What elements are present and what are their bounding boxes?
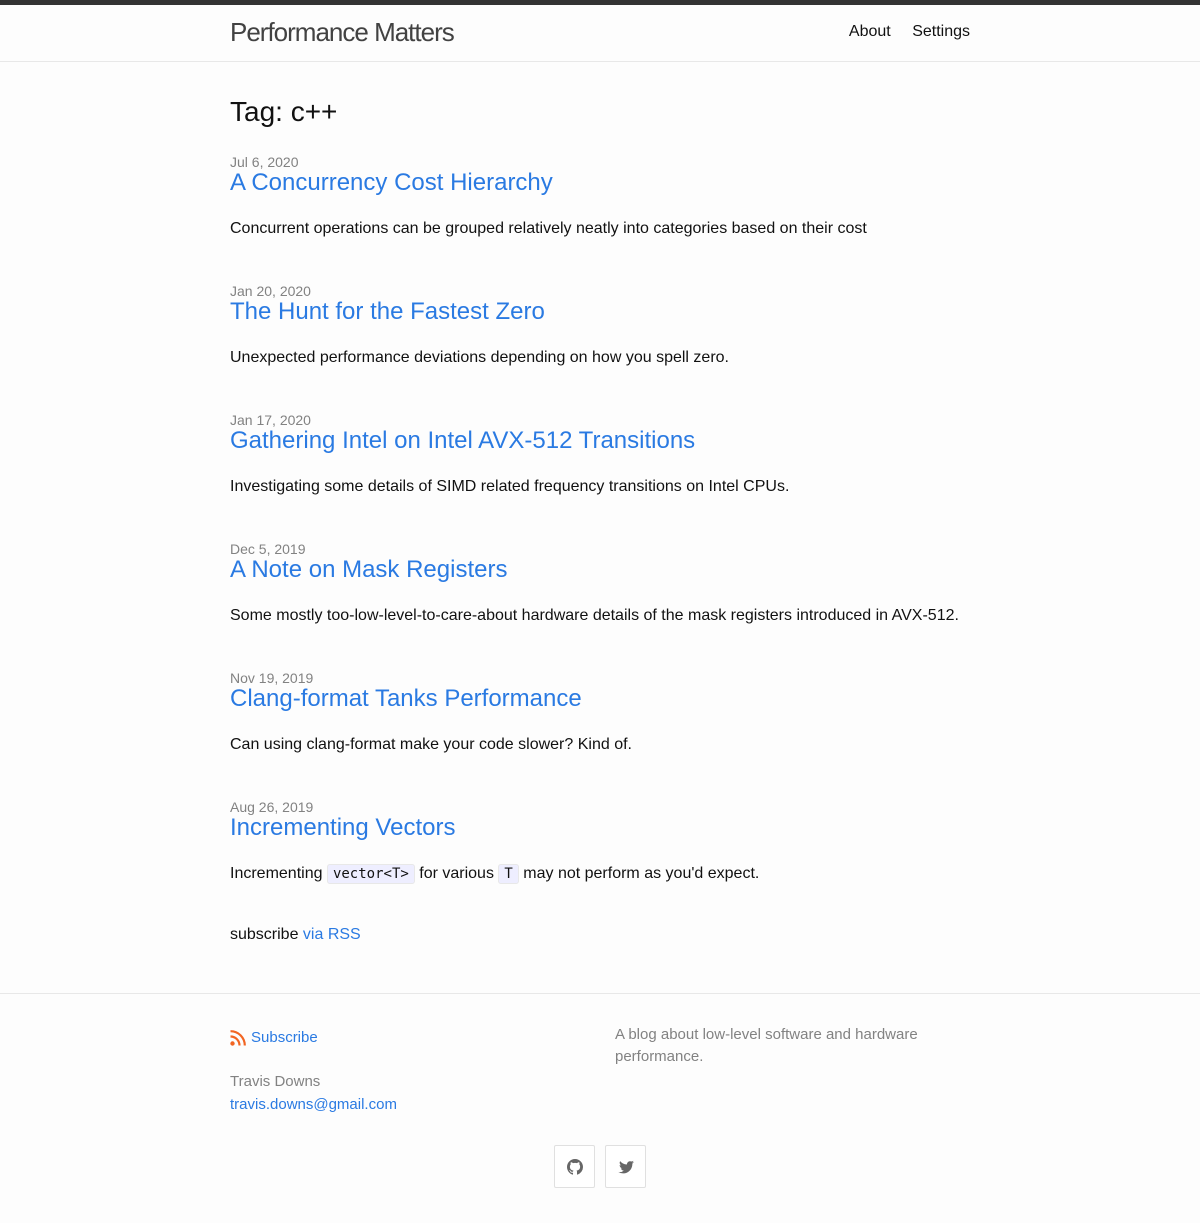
list-item: Nov 19, 2019 Clang-format Tanks Performa… — [230, 670, 970, 753]
post-date: Jan 17, 2020 — [230, 412, 311, 428]
post-date: Dec 5, 2019 — [230, 541, 306, 557]
post-date: Nov 19, 2019 — [230, 670, 314, 686]
inline-code: T — [498, 864, 519, 884]
post-date: Aug 26, 2019 — [230, 799, 314, 815]
post-excerpt: Can using clang-format make your code sl… — [230, 736, 632, 753]
twitter-icon — [617, 1160, 634, 1173]
post-title-link[interactable]: Incrementing Vectors — [230, 814, 455, 842]
rss-subscribe-line: subscribe via RSS — [230, 926, 361, 944]
excerpt-text: Incrementing — [230, 865, 327, 882]
social-links — [554, 1145, 646, 1188]
footer-subscribe-link[interactable]: Subscribe — [230, 1029, 590, 1046]
post-excerpt: Concurrent operations can be grouped rel… — [230, 220, 867, 237]
site-nav: About Settings — [832, 23, 970, 41]
rss-link[interactable]: via RSS — [303, 926, 361, 943]
post-excerpt: Incrementing vector<T> for various T may… — [230, 864, 760, 884]
post-date: Jul 6, 2020 — [230, 154, 299, 170]
rss-prefix: subscribe — [230, 926, 303, 943]
page-title: Tag: c++ — [230, 96, 338, 127]
site-description: A blog about low-level software and hard… — [615, 1026, 918, 1065]
inline-code: vector<T> — [326, 864, 415, 884]
list-item: Dec 5, 2019 A Note on Mask Registers Som… — [230, 541, 970, 624]
footer-contact: Subscribe Travis Downs travis.downs@gmai… — [230, 1029, 590, 1113]
post-date: Jan 20, 2020 — [230, 283, 311, 299]
list-item: Jul 6, 2020 A Concurrency Cost Hierarchy… — [230, 154, 970, 237]
nav-link-about[interactable]: About — [849, 23, 891, 40]
author-email-link[interactable]: travis.downs@gmail.com — [230, 1096, 590, 1113]
twitter-button[interactable] — [605, 1145, 646, 1188]
excerpt-text: may not perform as you'd expect. — [518, 865, 760, 882]
list-item: Jan 17, 2020 Gathering Intel on Intel AV… — [230, 412, 970, 495]
subscribe-label: Subscribe — [251, 1029, 318, 1046]
post-excerpt: Some mostly too-low-level-to-care-about … — [230, 607, 959, 624]
list-item: Aug 26, 2019 Incrementing Vectors Increm… — [230, 799, 970, 884]
post-excerpt: Investigating some details of SIMD relat… — [230, 478, 790, 495]
post-title-link[interactable]: A Note on Mask Registers — [230, 556, 507, 584]
excerpt-text: for various — [414, 865, 499, 882]
post-excerpt: Unexpected performance deviations depend… — [230, 349, 729, 366]
rss-icon — [230, 1029, 246, 1046]
github-button[interactable] — [554, 1145, 595, 1188]
post-title-link[interactable]: The Hunt for the Fastest Zero — [230, 298, 545, 326]
list-item: Jan 20, 2020 The Hunt for the Fastest Ze… — [230, 283, 970, 366]
site-header: Performance Matters About Settings — [0, 5, 1200, 62]
post-title-link[interactable]: A Concurrency Cost Hierarchy — [230, 169, 553, 197]
author-name: Travis Downs — [230, 1073, 321, 1090]
site-title[interactable]: Performance Matters — [230, 17, 455, 48]
site-footer: Subscribe Travis Downs travis.downs@gmai… — [0, 993, 1200, 1223]
post-title-link[interactable]: Clang-format Tanks Performance — [230, 685, 582, 713]
post-title-link[interactable]: Gathering Intel on Intel AVX-512 Transit… — [230, 427, 695, 455]
github-icon — [566, 1158, 583, 1175]
main-content: Tag: c++ Jul 6, 2020 A Concurrency Cost … — [230, 62, 970, 992]
nav-link-settings[interactable]: Settings — [912, 23, 970, 40]
